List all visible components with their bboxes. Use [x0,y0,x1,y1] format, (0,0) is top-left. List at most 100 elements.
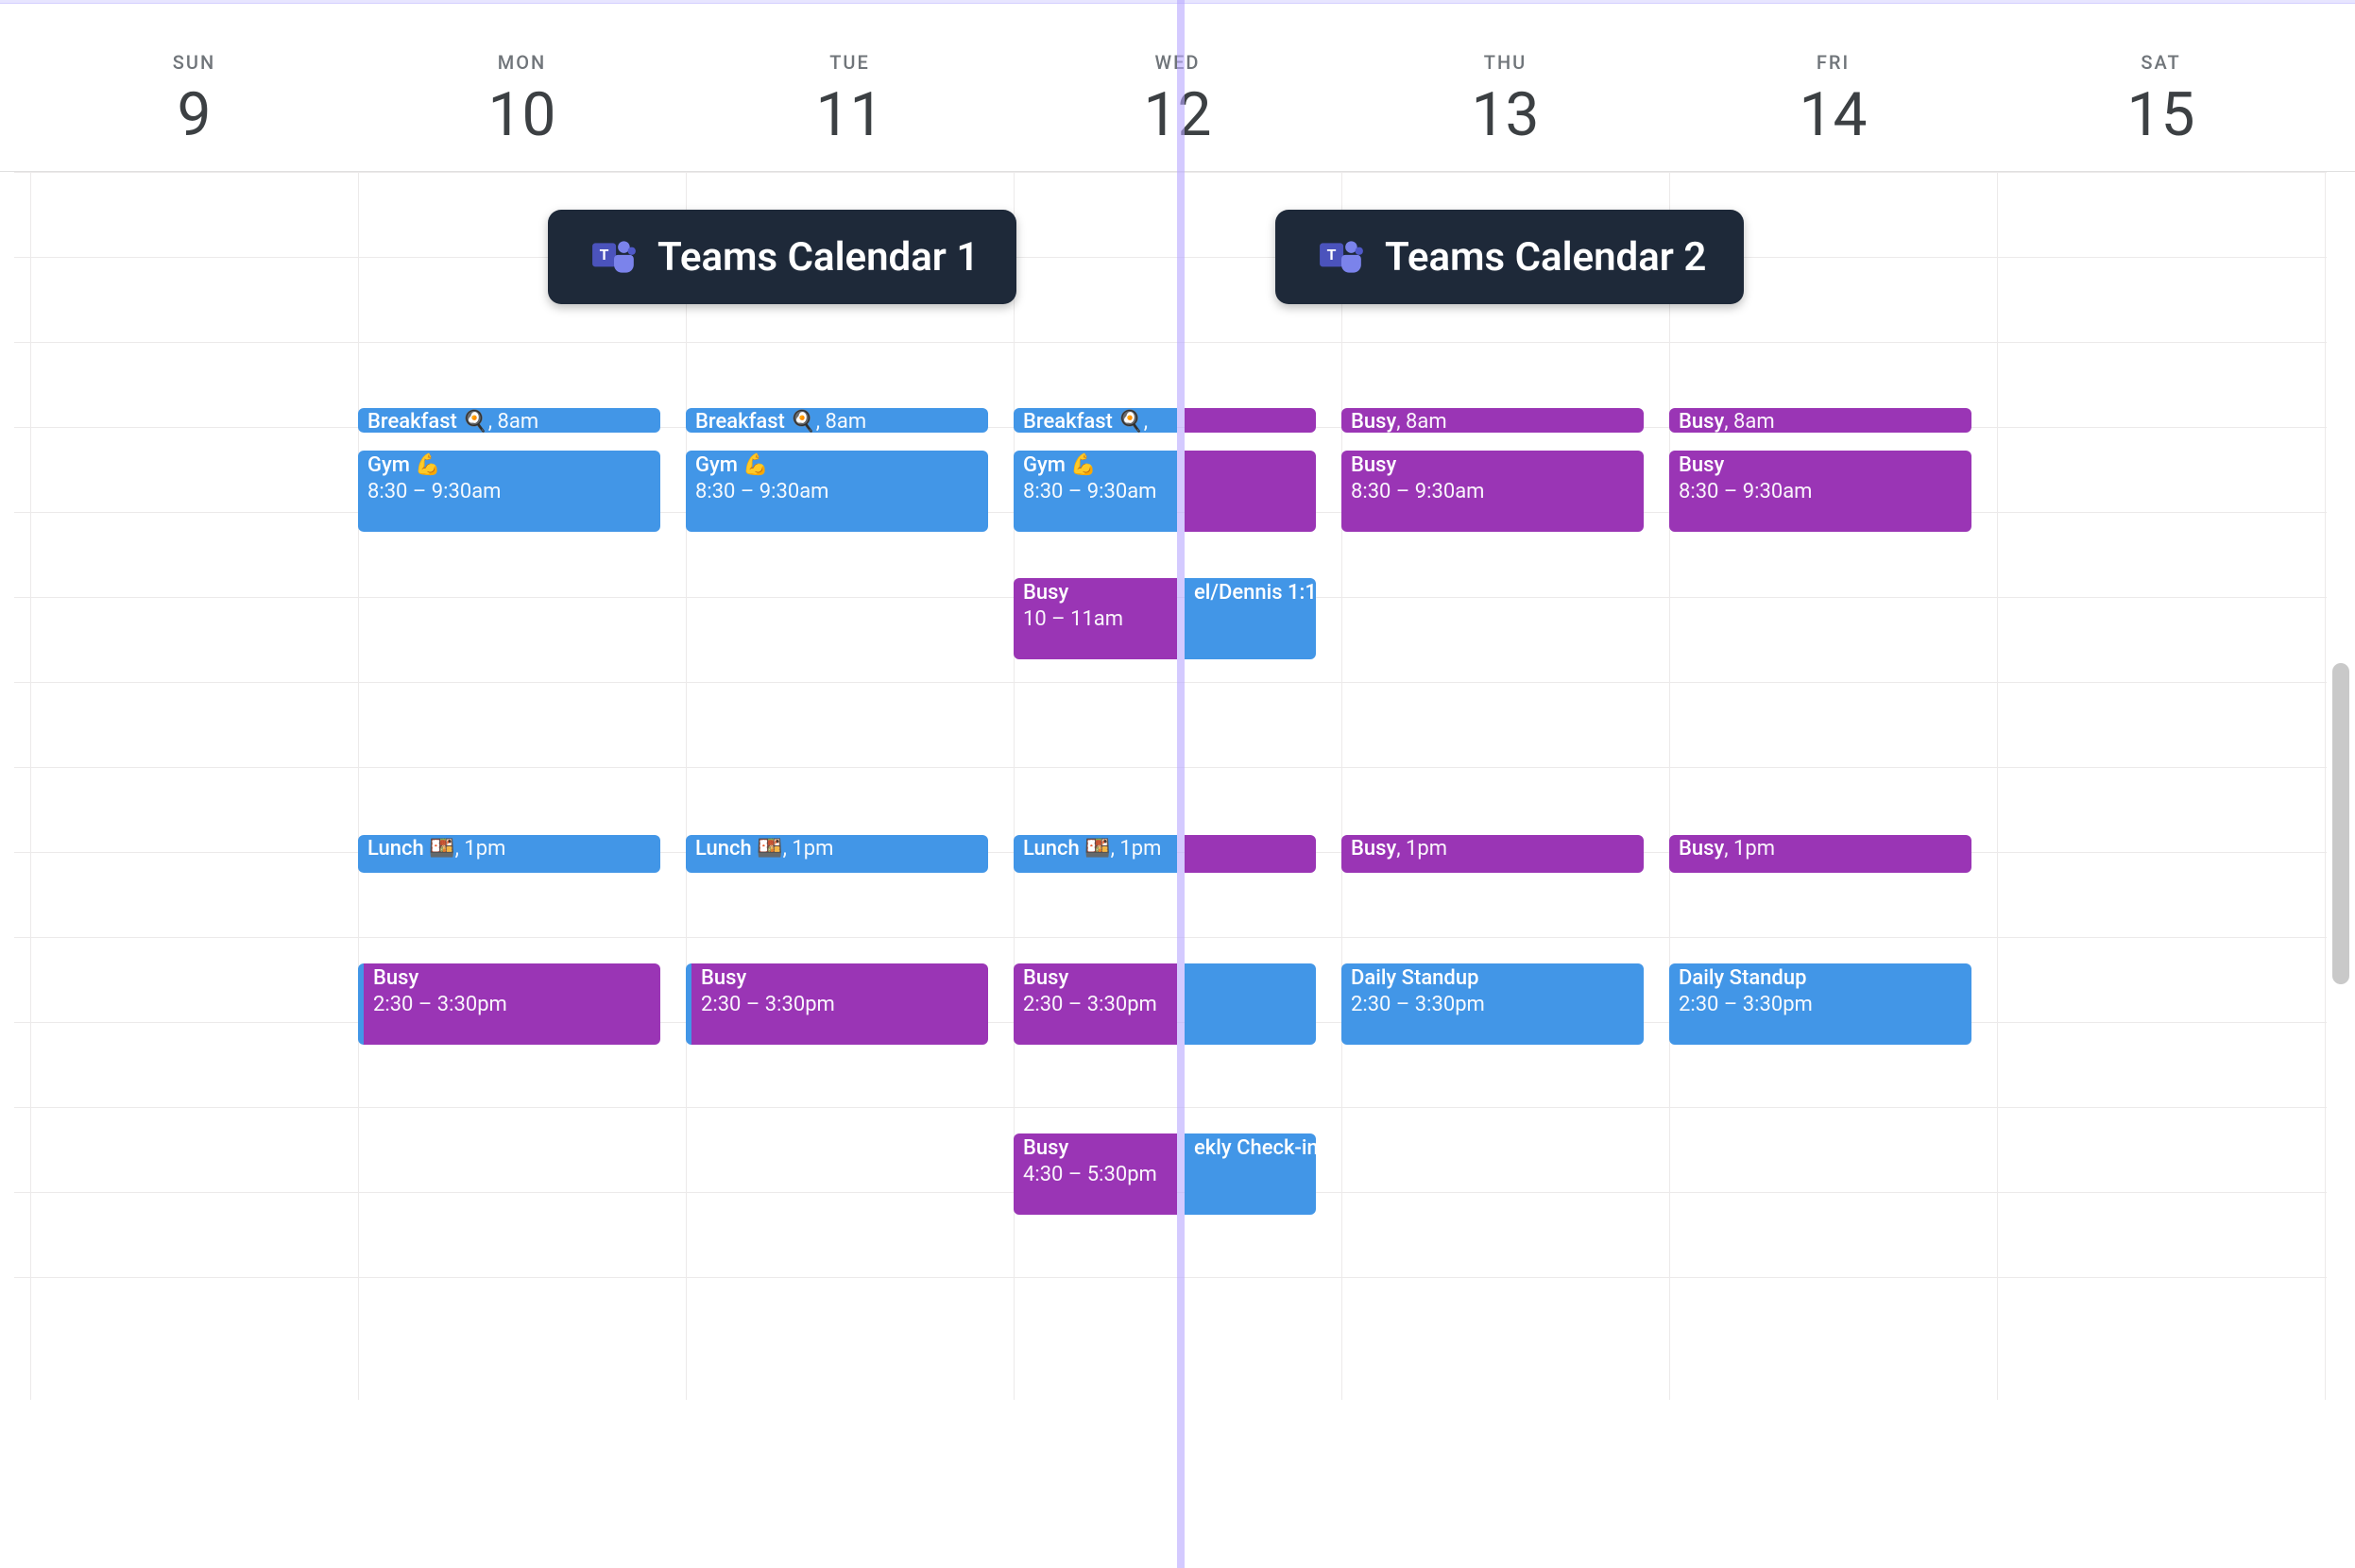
event-title: Busy [701,965,979,992]
hour-gridline [14,682,2327,683]
event-busy-830-fri[interactable]: Busy 8:30 – 9:30am [1669,451,1971,532]
day-of-week-label: MON [358,51,686,74]
event-title-fragment: el/Dennis 1:1 [1194,580,1306,606]
event-busy-830-thu[interactable]: Busy 8:30 – 9:30am [1341,451,1644,532]
hour-gridline [14,937,2327,938]
region-label-text: Teams Calendar 1 [657,234,979,281]
day-header-sat[interactable]: SAT 15 [1997,21,2325,171]
day-gridline [2325,172,2326,1400]
day-number: 10 [358,79,686,150]
event-title: Busy [1679,837,1724,861]
day-number: 11 [686,79,1014,150]
event-title: Lunch 🍱 [695,837,783,861]
event-breakfast-mon[interactable]: Breakfast 🍳, 8am [358,408,660,433]
event-lunch-tue[interactable]: Lunch 🍱, 1pm [686,835,988,873]
event-title: Lunch 🍱 [367,837,455,861]
day-header-thu[interactable]: THU 13 [1341,21,1669,171]
event-checkin-wed-right[interactable]: ekly Check-in [1185,1133,1316,1215]
header-gutter-right [2325,21,2355,171]
event-title: Busy [373,965,651,992]
event-standup-thu[interactable]: Daily Standup 2:30 – 3:30pm [1341,963,1644,1045]
event-time: 8:30 – 9:30am [367,479,651,505]
event-gym-wed-right[interactable] [1185,451,1316,532]
event-lunch-wed[interactable]: Lunch 🍱, 1pm [1014,835,1177,873]
day-gridline [686,172,687,1400]
event-title: Busy [1351,452,1634,479]
day-gridline [1014,172,1015,1400]
event-busy-230-mon[interactable]: Busy 2:30 – 3:30pm [358,963,660,1045]
event-time: , 1pm [1396,837,1447,861]
event-busy-1-thu[interactable]: Busy, 1pm [1341,835,1644,873]
event-oneonone-wed-right[interactable]: el/Dennis 1:1 [1185,578,1316,659]
event-title: Daily Standup [1679,965,1962,992]
day-header-tue[interactable]: TUE 11 [686,21,1014,171]
day-number: 14 [1669,79,1997,150]
event-lunch-mon[interactable]: Lunch 🍱, 1pm [358,835,660,873]
event-title-fragment: ekly Check-in [1194,1135,1306,1162]
hour-gridline [14,342,2327,343]
event-busy-1-fri[interactable]: Busy, 1pm [1669,835,1971,873]
event-title: Busy [1023,1135,1168,1162]
event-time: 2:30 – 3:30pm [373,992,651,1018]
region-split-divider [1177,0,1185,1568]
event-busy-230-tue[interactable]: Busy 2:30 – 3:30pm [686,963,988,1045]
event-title: Gym 💪 [1023,452,1168,479]
day-of-week-label: SUN [30,51,358,74]
event-title: Busy [1023,580,1168,606]
event-title: Breakfast 🍳 [695,410,816,433]
svg-text:T: T [600,247,609,264]
calendar-grid-body[interactable]: T Teams Calendar 1 T Teams Calendar 2 Br… [0,172,2355,1400]
event-busy-10-wed[interactable]: Busy 10 – 11am [1014,578,1177,659]
day-number: 13 [1341,79,1669,150]
day-header-sun[interactable]: SUN 9 [30,21,358,171]
event-title: Daily Standup [1351,965,1634,992]
event-title: Breakfast 🍳 [1023,410,1144,433]
day-of-week-label: SAT [1997,51,2325,74]
event-title: Lunch 🍱 [1023,837,1111,861]
event-lunch-wed-right[interactable] [1185,835,1316,873]
calendar-week-view: SUN 9 MON 10 TUE 11 WED 12 THU 13 FRI 14… [0,21,2355,1395]
event-busy-8-fri[interactable]: Busy, 8am [1669,408,1971,433]
event-busy-430-wed[interactable]: Busy 4:30 – 5:30pm [1014,1133,1177,1215]
day-of-week-label: FRI [1669,51,1997,74]
event-time: , 1pm [1724,837,1775,861]
event-time: , 8am [1724,410,1774,433]
header-gutter-left [0,21,30,171]
event-time: , 8am [1396,410,1446,433]
event-breakfast-wed-right[interactable] [1185,408,1316,433]
event-time: 8:30 – 9:30am [1023,479,1168,505]
svg-text:T: T [1327,247,1337,264]
event-standup-wed-right[interactable] [1185,963,1316,1045]
event-busy-8-thu[interactable]: Busy, 8am [1341,408,1644,433]
event-gym-tue[interactable]: Gym 💪 8:30 – 9:30am [686,451,988,532]
day-gridline [30,172,31,1400]
event-time: 10 – 11am [1023,606,1168,633]
vertical-scrollbar-thumb[interactable] [2332,663,2349,984]
event-time: 2:30 – 3:30pm [1351,992,1634,1018]
teams-icon: T [586,229,642,285]
event-title: Gym 💪 [367,452,651,479]
event-gym-mon[interactable]: Gym 💪 8:30 – 9:30am [358,451,660,532]
day-of-week-label: THU [1341,51,1669,74]
day-gridline [1997,172,1998,1400]
event-breakfast-tue[interactable]: Breakfast 🍳, 8am [686,408,988,433]
event-breakfast-wed[interactable]: Breakfast 🍳, 8am [1014,408,1177,433]
event-busy-230-wed[interactable]: Busy 2:30 – 3:30pm [1014,963,1177,1045]
event-gym-wed[interactable]: Gym 💪 8:30 – 9:30am [1014,451,1177,532]
event-time: 2:30 – 3:30pm [701,992,979,1018]
day-header-fri[interactable]: FRI 14 [1669,21,1997,171]
hour-gridline [14,1277,2327,1278]
hour-gridline [14,1107,2327,1108]
event-title: Busy [1351,410,1396,433]
event-time: 2:30 – 3:30pm [1679,992,1962,1018]
hour-gridline [14,172,2327,173]
event-standup-fri[interactable]: Daily Standup 2:30 – 3:30pm [1669,963,1971,1045]
teams-icon: T [1313,229,1370,285]
event-time: , 1pm [783,837,834,861]
event-title: Gym 💪 [695,452,979,479]
day-number: 9 [30,79,358,150]
day-header-mon[interactable]: MON 10 [358,21,686,171]
event-time: 8:30 – 9:30am [1679,479,1962,505]
event-title: Breakfast 🍳 [367,410,488,433]
hour-gridline [14,257,2327,258]
